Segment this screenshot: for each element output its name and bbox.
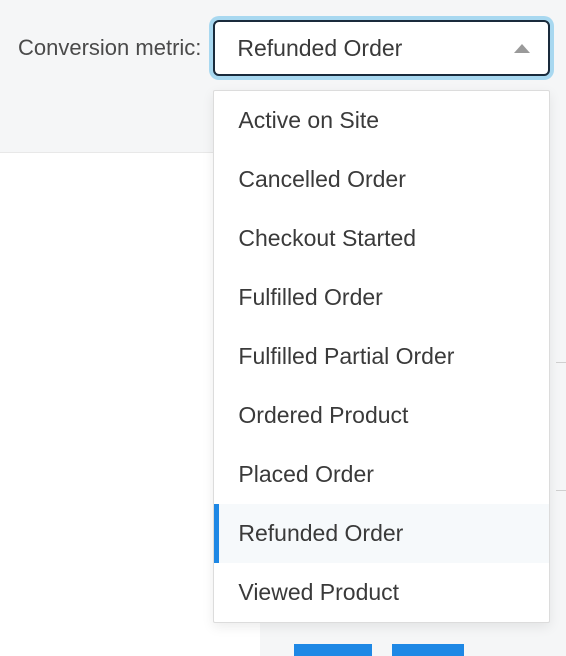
conversion-metric-label: Conversion metric: <box>18 35 201 61</box>
dropdown-option[interactable]: Checkout Started <box>214 209 549 268</box>
divider-line <box>556 362 566 363</box>
divider-line <box>556 490 566 491</box>
dropdown-option[interactable]: Active on Site <box>214 91 549 150</box>
dropdown-option[interactable]: Viewed Product <box>214 563 549 622</box>
bottom-accent <box>392 644 464 656</box>
conversion-metric-dropdown: Active on SiteCancelled OrderCheckout St… <box>213 90 550 623</box>
dropdown-option[interactable]: Fulfilled Order <box>214 268 549 327</box>
select-value: Refunded Order <box>237 35 402 62</box>
dropdown-option[interactable]: Ordered Product <box>214 386 549 445</box>
bottom-accent <box>294 644 372 656</box>
dropdown-option[interactable]: Cancelled Order <box>214 150 549 209</box>
chevron-up-icon <box>514 44 530 53</box>
conversion-metric-select-wrapper: Refunded Order Active on SiteCancelled O… <box>213 20 550 76</box>
dropdown-option[interactable]: Placed Order <box>214 445 549 504</box>
conversion-metric-row: Conversion metric: Refunded Order Active… <box>0 0 566 76</box>
conversion-metric-select[interactable]: Refunded Order <box>213 20 550 76</box>
dropdown-option[interactable]: Refunded Order <box>214 504 549 563</box>
dropdown-option[interactable]: Fulfilled Partial Order <box>214 327 549 386</box>
